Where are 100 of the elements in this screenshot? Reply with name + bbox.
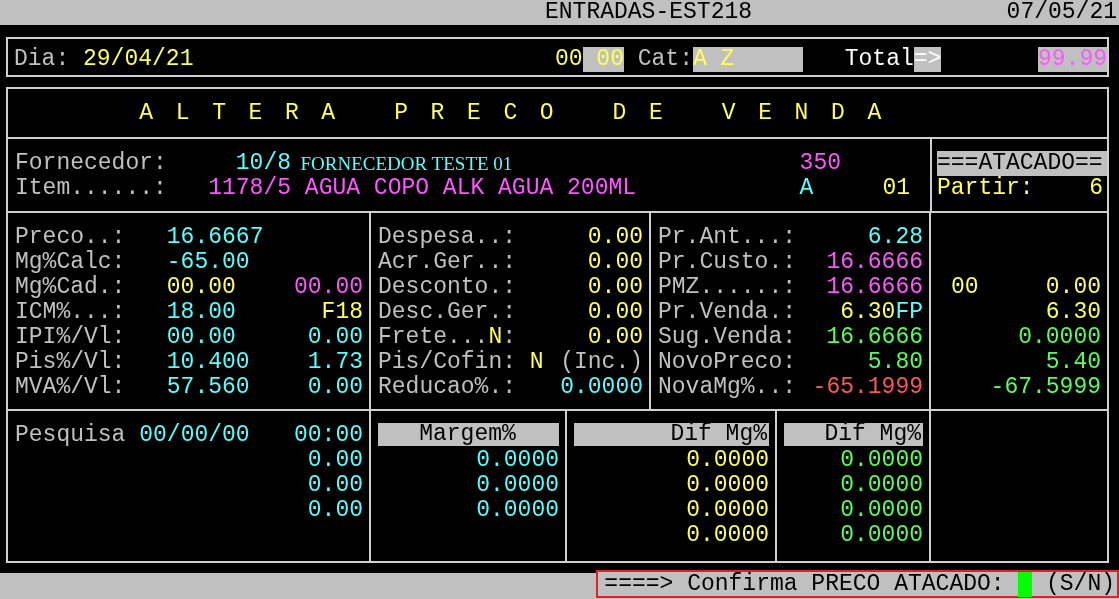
field-label: Despesa..: [378, 225, 518, 250]
table-cell-text: 0.0000 [685, 473, 769, 498]
screen-title: ENTRADAS-EST218 [545, 0, 753, 25]
field-value: 16.6666 [826, 275, 923, 300]
field-value: 00.00 [166, 325, 236, 350]
field-value: F18 [321, 300, 363, 325]
field-value: FP [895, 300, 923, 325]
field-value: 6.30 [840, 300, 896, 325]
field-value: 16.6666 [826, 325, 923, 350]
field-label: ICM%...: [15, 300, 127, 325]
section-heading: ===ATACADO== [937, 151, 1107, 176]
field-value: 0.00 [307, 498, 363, 523]
field-label: Pis%/Vl: [15, 350, 127, 375]
field-value: 00/00/00 [139, 423, 250, 448]
field-value: 6.30 [1045, 300, 1101, 325]
table-cell-text: 0.0000 [475, 498, 559, 523]
field-value: AGUA COPO ALK AGUA 200ML [303, 176, 638, 201]
field-value: 57.560 [166, 375, 250, 400]
field-label: Sug.Venda: [658, 325, 798, 350]
text-cursor [1018, 571, 1033, 597]
field-label: Pr.Venda.: [658, 300, 798, 325]
field-value: 0.00 [307, 375, 363, 400]
field-value: A [799, 176, 815, 201]
field-value: 0.00 [587, 325, 643, 350]
column-header: Margem% [378, 423, 559, 446]
input-field[interactable]: 99.99 [1038, 47, 1107, 72]
table-cell-text: 0.0000 [685, 448, 769, 473]
field-label: PMZ......: [658, 275, 798, 300]
date-text: 07/05/21 [1006, 0, 1118, 25]
field-label: Item......: [15, 176, 167, 201]
field-value: -65.00 [166, 250, 250, 275]
table-cell-text: 0.0000 [839, 448, 923, 473]
prompt-options: (S/N) [1046, 571, 1115, 597]
field-label: Pr.Ant...: [658, 225, 798, 250]
field-value: 6.28 [867, 225, 923, 250]
field-label: Fornecedor: [15, 151, 167, 176]
field-value: 16.6667 [166, 225, 264, 250]
field-label: Total [844, 47, 914, 72]
field-value: 00 [554, 47, 583, 72]
field-label: Partir: [937, 176, 1034, 201]
field-label: Mg%Cad.: [15, 275, 127, 300]
field-label: Desconto.: [378, 275, 518, 300]
table-cell-text: 0.0000 [475, 448, 559, 473]
table-cell-text: 0.0000 [685, 498, 769, 523]
column-header: Dif Mg% [574, 423, 769, 446]
field-value: 10/8 [234, 151, 292, 176]
column-header: Dif Mg% [784, 423, 923, 446]
field-value: 0.0000 [1018, 325, 1101, 350]
field-label: Frete...N: [378, 325, 518, 350]
field-value: 10.400 [166, 350, 250, 375]
field-label: MVA%/Vl: [15, 375, 127, 400]
field-value: 18.00 [166, 300, 236, 325]
field-value: 0.00 [307, 325, 363, 350]
table-cell-text: 0.0000 [685, 523, 769, 548]
field-label: NovoPreco: [658, 350, 798, 375]
field-value: 00:00 [294, 423, 363, 448]
field-value: N [529, 350, 544, 375]
table-cell-text: 0.0000 [839, 473, 923, 498]
field-value: 1.73 [307, 350, 363, 375]
input-field[interactable]: 00 [582, 47, 624, 72]
field-value: 01 [881, 176, 910, 201]
field-label: Dia: [14, 47, 70, 72]
field-label: Reducao%.: [378, 375, 518, 400]
field-label: Pis/Cofin: [378, 350, 518, 375]
field-value: 00.00 [294, 275, 363, 300]
field-value: 0.00 [587, 275, 643, 300]
field-value: 0.00 [307, 448, 363, 473]
field-value: 0.00 [307, 473, 363, 498]
field-label: Mg%Calc: [15, 250, 127, 275]
arrow-text: => [913, 47, 942, 72]
table-cell-text: 0.0000 [839, 523, 923, 548]
table-cell-text: 0.0000 [475, 473, 559, 498]
field-value: 00 [951, 275, 979, 300]
field-value: 5.80 [867, 350, 923, 375]
field-value: 0.00 [587, 300, 643, 325]
field-label: NovaMg%..: [658, 375, 798, 400]
form-title: A L T E R A P R E C O D E V E N D A [139, 100, 886, 126]
field-value: FORNECEDOR TESTE 01 [299, 152, 514, 176]
field-value: 6 [1089, 176, 1103, 201]
field-value: 00.00 [166, 275, 236, 300]
field-label: Pesquisa [15, 423, 126, 448]
field-value: 350 [799, 151, 842, 176]
field-value: 0.00 [587, 225, 643, 250]
field-value: 0.0000 [560, 375, 643, 400]
field-value: -65.1999 [812, 375, 923, 400]
field-value: (Inc.) [560, 350, 643, 375]
field-value: 29/04/21 [83, 47, 194, 72]
table-cell-text: 0.0000 [839, 498, 923, 523]
field-label: Acr.Ger..: [378, 250, 518, 275]
field-value: 0.00 [1045, 275, 1101, 300]
prompt-text: ====> Confirma PRECO ATACADO: [604, 571, 1005, 597]
input-field[interactable]: A Z [692, 47, 804, 72]
field-label: IPI%/Vl: [15, 325, 127, 350]
field-value: 1178/5 [207, 176, 292, 201]
field-label: Desc.Ger.: [378, 300, 518, 325]
field-label: Preco..: [15, 225, 127, 250]
field-value: 0.00 [587, 250, 643, 275]
field-label: Pr.Custo.: [658, 250, 798, 275]
field-label: Cat: [637, 47, 693, 72]
field-value: -67.5999 [990, 375, 1101, 400]
